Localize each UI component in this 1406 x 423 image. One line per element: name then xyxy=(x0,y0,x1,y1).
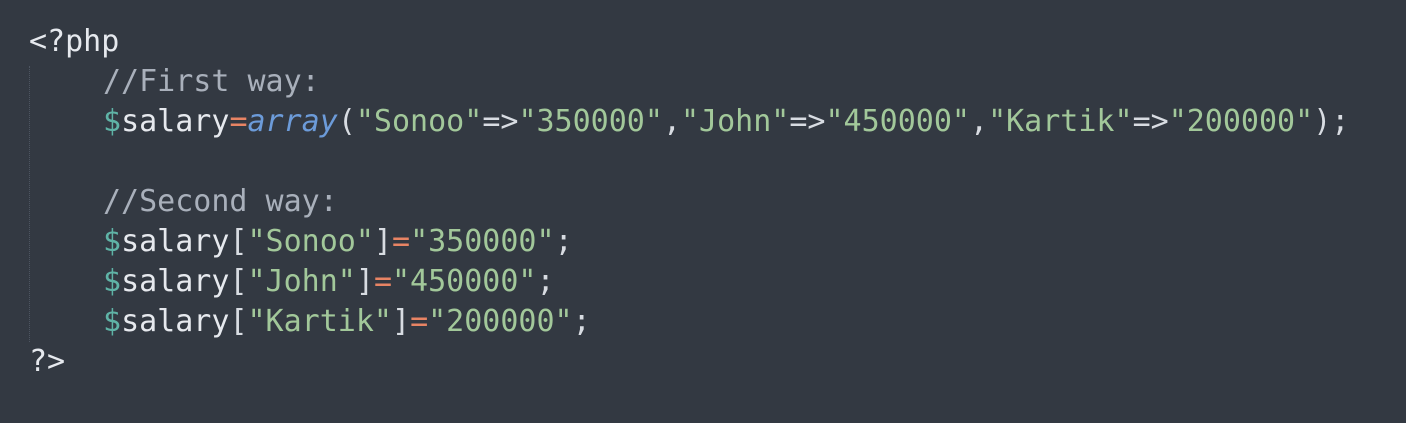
string-token: "Sonoo" xyxy=(247,224,374,259)
punctuation-token: , xyxy=(662,104,681,139)
punctuation-token: => xyxy=(1132,104,1169,139)
string-token: "Kartik" xyxy=(247,304,393,339)
string-token: "John" xyxy=(681,104,790,139)
string-token: "Sonoo" xyxy=(355,104,483,139)
code-line-8[interactable]: $salary["Kartik"]="200000"; xyxy=(29,302,591,342)
operator-token: = xyxy=(392,224,411,259)
operator-token: = xyxy=(229,104,248,139)
string-token: "350000" xyxy=(410,224,555,259)
variable-sigil-token: $ xyxy=(103,264,122,299)
punctuation-token: ; xyxy=(536,264,555,299)
code-token: salary xyxy=(121,224,230,259)
punctuation-token: ; xyxy=(554,224,573,259)
code-token: ?> xyxy=(29,344,66,379)
punctuation-token: [ xyxy=(229,224,248,259)
operator-token: = xyxy=(410,304,429,339)
code-line-5[interactable]: //Second way: xyxy=(29,182,338,222)
code-token: <?php xyxy=(29,24,120,59)
code-line-2[interactable]: //First way: xyxy=(29,62,320,102)
punctuation-token: ] xyxy=(392,304,411,339)
string-token: "350000" xyxy=(518,104,663,139)
punctuation-token: [ xyxy=(229,264,248,299)
string-token: "Kartik" xyxy=(988,104,1133,139)
punctuation-token: , xyxy=(970,104,989,139)
code-line-7[interactable]: $salary["John"]="450000"; xyxy=(29,262,555,302)
operator-token: = xyxy=(373,264,392,299)
punctuation-token: => xyxy=(482,104,519,139)
punctuation-token: ( xyxy=(337,104,356,139)
punctuation-token: => xyxy=(789,104,826,139)
punctuation-token: ] xyxy=(355,264,374,299)
punctuation-token: ] xyxy=(373,224,392,259)
code-line-9[interactable]: ?> xyxy=(29,342,65,382)
punctuation-token: ; xyxy=(572,304,591,339)
string-token: "450000" xyxy=(392,264,537,299)
string-token: "450000" xyxy=(825,104,971,139)
string-token: "200000" xyxy=(428,304,573,339)
comment-token: //Second way: xyxy=(103,184,338,219)
code-token: salary xyxy=(121,104,230,139)
code-line-4[interactable] xyxy=(29,142,103,182)
punctuation-token: ); xyxy=(1313,104,1350,139)
code-editor[interactable]: <?php//First way: $salary=array("Sonoo"=>… xyxy=(0,0,1406,423)
string-token: "John" xyxy=(247,264,356,299)
string-token: "200000" xyxy=(1168,104,1314,139)
punctuation-token: [ xyxy=(229,304,248,339)
variable-sigil-token: $ xyxy=(103,304,122,339)
code-token: salary xyxy=(121,264,230,299)
function-token: array xyxy=(247,104,338,139)
comment-token: //First way: xyxy=(103,64,320,99)
code-line-1[interactable]: <?php xyxy=(29,22,119,62)
code-line-3[interactable]: $salary=array("Sonoo"=>"350000","John"=>… xyxy=(29,102,1349,142)
variable-sigil-token: $ xyxy=(103,224,122,259)
variable-sigil-token: $ xyxy=(103,104,122,139)
code-line-6[interactable]: $salary["Sonoo"]="350000"; xyxy=(29,222,573,262)
code-token: salary xyxy=(121,304,230,339)
